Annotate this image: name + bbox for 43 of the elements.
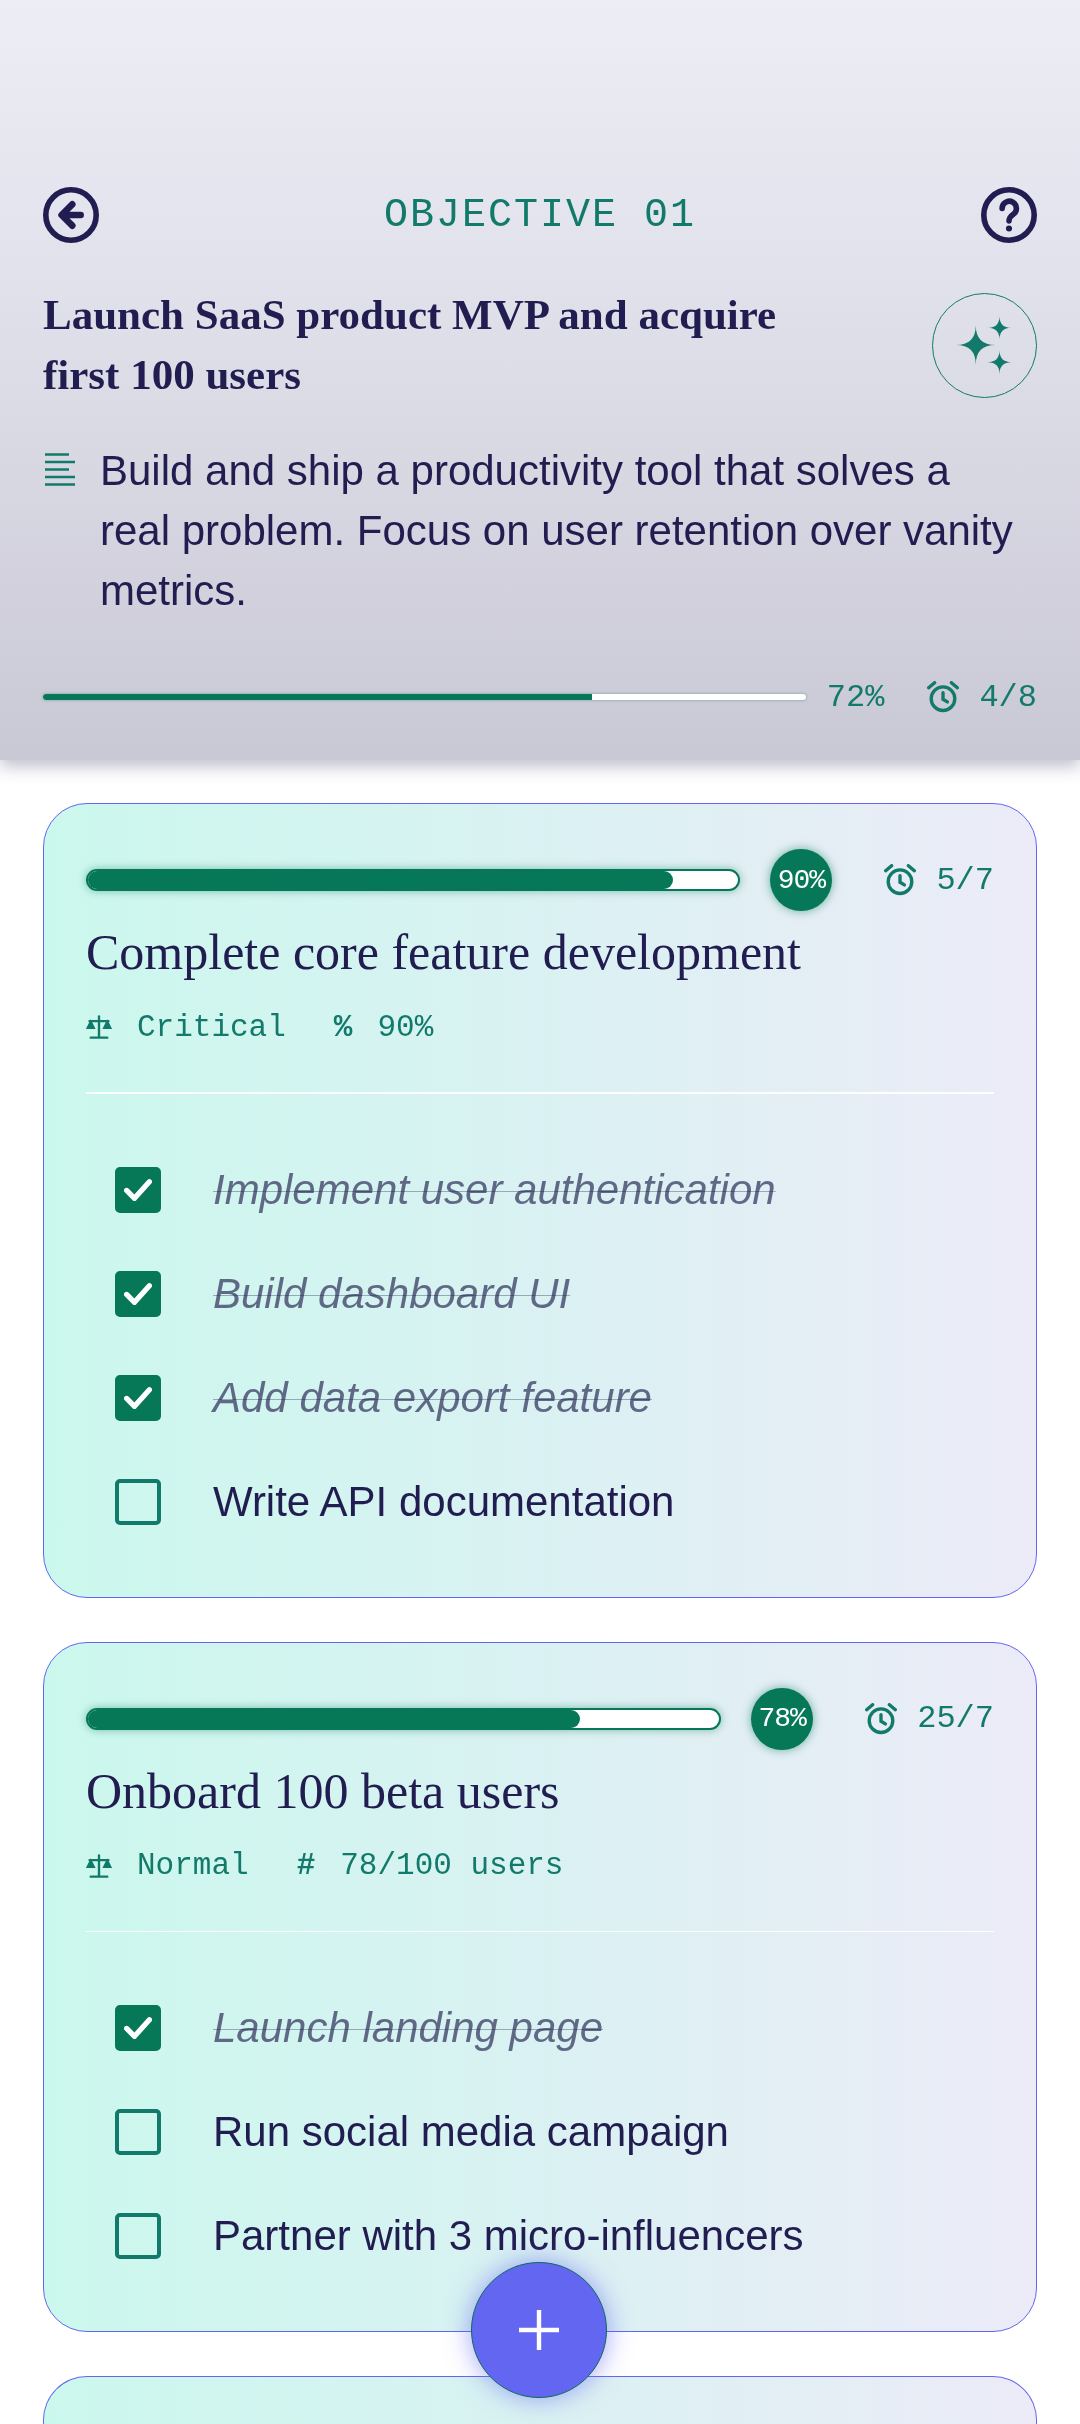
task-label: Launch landing page xyxy=(213,2004,604,2052)
task-label: Partner with 3 micro-influencers xyxy=(213,2212,804,2260)
objective-description: Build and ship a productivity tool that solves a real problem. Focus on user retention over vanity metrics. xyxy=(100,446,1014,616)
task-label: Add data export feature xyxy=(213,1373,652,1422)
checkbox[interactable] xyxy=(115,1478,161,1525)
alarm-icon xyxy=(927,681,960,713)
help-icon xyxy=(981,187,1037,243)
check-icon xyxy=(124,2014,152,2042)
percent-badge: 78% xyxy=(751,1687,814,1750)
plus-icon xyxy=(519,2310,559,2350)
priority-label: Critical xyxy=(137,1009,286,1045)
key-result-title: Onboard 100 beta users xyxy=(86,1761,561,1821)
checkbox[interactable] xyxy=(115,2109,161,2155)
metric-value: 78/100 users xyxy=(340,1848,564,1883)
notes-icon xyxy=(45,453,75,487)
metric-symbol: % xyxy=(333,1009,353,1045)
task-label: Build dashboard UI xyxy=(213,1269,571,1318)
scale-icon xyxy=(86,1014,112,1040)
percent-badge: 90% xyxy=(770,849,833,911)
back-icon xyxy=(43,187,99,243)
checkbox[interactable] xyxy=(115,1166,161,1213)
back-button[interactable] xyxy=(43,187,99,243)
task-label: Run social media campaign xyxy=(213,2108,729,2156)
screen-title: OBJECTIVE 01 xyxy=(383,192,696,238)
scale-icon xyxy=(86,1852,112,1879)
help-button[interactable] xyxy=(981,187,1037,243)
checkbox[interactable] xyxy=(115,1270,161,1317)
task-count: 4/8 xyxy=(979,678,1037,716)
checkbox[interactable] xyxy=(115,2005,161,2051)
key-result-title: Complete core feature development xyxy=(86,923,802,982)
metric-value: 90% xyxy=(377,1009,434,1045)
task-count: 5/7 xyxy=(936,861,994,899)
objective-title: Launch SaaS product MVP and acquire first 100 users xyxy=(43,290,778,400)
priority-label: Normal xyxy=(137,1848,249,1883)
task-count: 25/7 xyxy=(917,1700,994,1737)
checkbox[interactable] xyxy=(115,1374,161,1421)
checkbox[interactable] xyxy=(115,2213,161,2259)
metric-symbol: # xyxy=(296,1848,316,1883)
progress-percent: 72% xyxy=(826,678,885,716)
task-label: Implement user authentication xyxy=(213,1165,776,1214)
alarm-icon xyxy=(865,1702,898,1735)
task-label: Write API documentation xyxy=(213,1477,675,1526)
alarm-icon xyxy=(884,864,917,896)
